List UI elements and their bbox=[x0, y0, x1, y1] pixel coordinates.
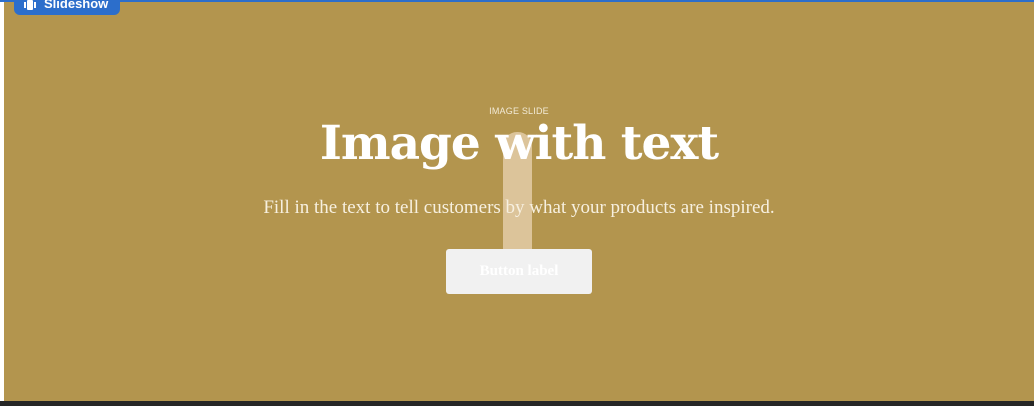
slideshow-icon bbox=[24, 0, 36, 10]
slideshow-preview: Slideshow IMAGE SLIDE Image with text Fi… bbox=[0, 0, 1034, 406]
bottom-bar bbox=[0, 401, 1034, 406]
slide-text-overlay: IMAGE SLIDE Image with text Fill in the … bbox=[0, 0, 1034, 406]
section-badge[interactable]: Slideshow bbox=[14, 0, 121, 15]
slide-cta-button[interactable]: Button label bbox=[446, 249, 592, 294]
slide-heading: Image with text bbox=[319, 116, 719, 171]
section-badge-label: Slideshow bbox=[44, 0, 109, 11]
slide-subtext: Fill in the text to tell customers by wh… bbox=[263, 197, 775, 218]
left-edge bbox=[0, 0, 4, 406]
section-selection-outline bbox=[0, 0, 1034, 2]
